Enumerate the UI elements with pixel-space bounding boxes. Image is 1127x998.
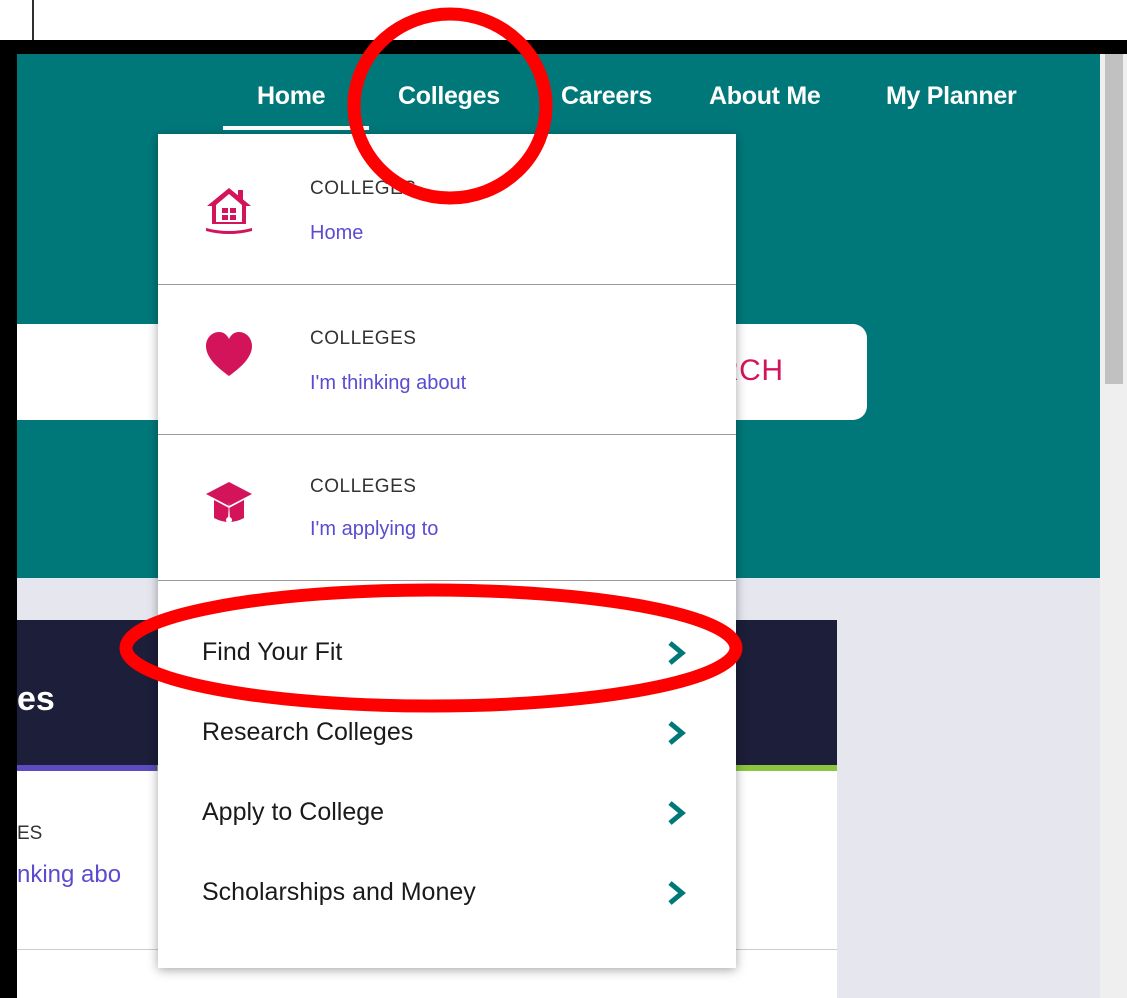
menu-item-label: Find Your Fit [202,638,343,666]
dropdown-section-home[interactable]: COLLEGES Home [158,134,736,285]
dropdown-section-thinking-about[interactable]: COLLEGES I'm thinking about [158,284,736,435]
chevron-right-icon [668,801,686,825]
menu-item-scholarships-and-money[interactable]: Scholarships and Money [202,870,702,920]
nav-careers[interactable]: Careers [561,82,652,111]
section-category: COLLEGES [310,328,417,349]
chevron-right-icon [668,881,686,905]
nav-my-planner[interactable]: My Planner [886,82,1017,111]
chevron-right-icon [668,721,686,745]
menu-item-research-colleges[interactable]: Research Colleges [202,710,702,760]
main-nav: Home Colleges Careers About Me My Planne… [17,82,1100,122]
nav-about-me[interactable]: About Me [709,82,821,111]
section-category: COLLEGES [310,476,417,497]
menu-item-label: Scholarships and Money [202,878,476,906]
colleges-dropdown-menu: COLLEGES Home COLLEGES I'm thinking abou… [158,134,736,968]
colleges-panel-title: es [17,680,55,718]
section-link[interactable]: Home [310,222,363,245]
window-edge-line [32,0,34,42]
section-link[interactable]: I'm thinking about [310,372,466,395]
menu-item-label: Research Colleges [202,718,414,746]
menu-item-label: Apply to College [202,798,385,826]
section-category: COLLEGES [310,178,417,199]
dropdown-section-applying-to[interactable]: COLLEGES I'm applying to [158,434,736,581]
chevron-right-icon [668,641,686,665]
nav-home[interactable]: Home [257,82,326,111]
menu-item-find-your-fit[interactable]: Find Your Fit [202,630,702,680]
nav-active-indicator [223,126,369,130]
card-category: ES [17,823,43,844]
scrollbar-thumb[interactable] [1105,54,1123,384]
nav-colleges[interactable]: Colleges [398,82,500,111]
house-icon [206,188,252,234]
section-link[interactable]: I'm applying to [310,518,438,541]
card-link[interactable]: nking abo [17,861,121,889]
heart-icon [206,332,252,376]
graduation-cap-icon [206,482,252,523]
menu-item-apply-to-college[interactable]: Apply to College [202,790,702,840]
browser-viewport: Home Colleges Careers About Me My Planne… [17,54,1127,998]
